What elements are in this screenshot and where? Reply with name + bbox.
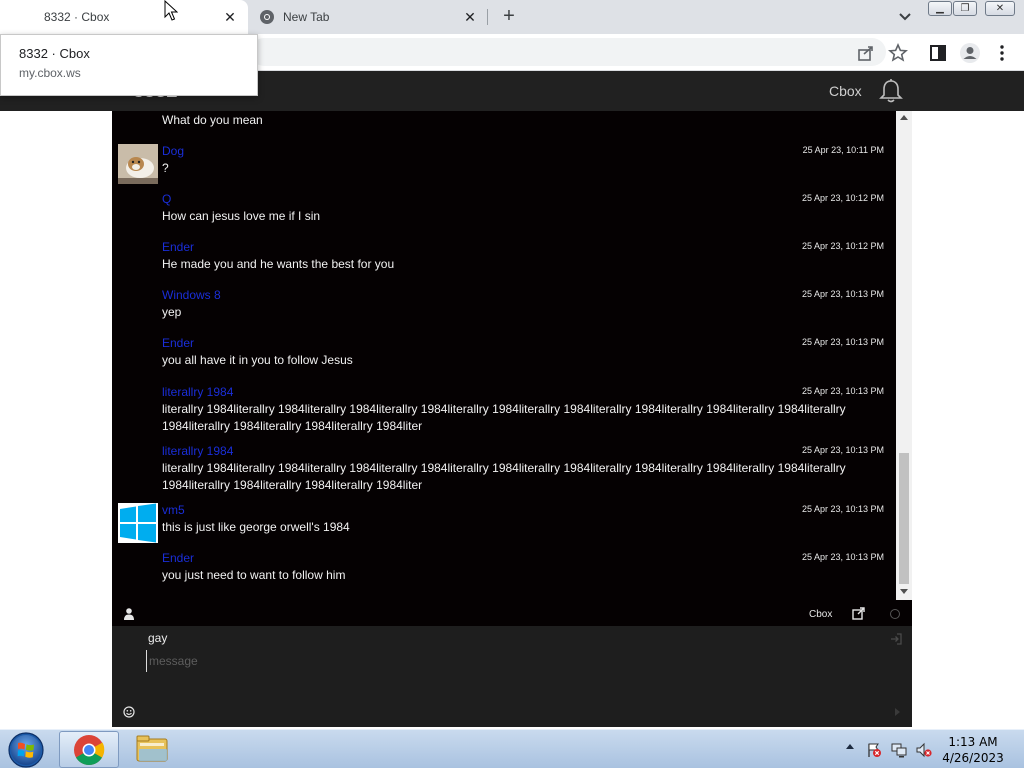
message-list: What do you mean Dog 25 Apr 23, 10:11 PM… <box>112 111 896 600</box>
message-timestamp: 25 Apr 23, 10:13 PM <box>801 386 884 396</box>
scroll-thumb[interactable] <box>899 453 909 584</box>
scroll-up-arrow-icon[interactable] <box>900 115 908 120</box>
emoji-icon[interactable] <box>123 706 135 718</box>
message-username[interactable]: vm5 <box>162 503 185 517</box>
tab-hover-card: 8332 · Cbox my.cbox.ws <box>0 34 258 96</box>
message-text: you all have it in you to follow Jesus <box>162 353 353 367</box>
volume-muted-icon[interactable] <box>916 742 932 758</box>
message-text: yep <box>162 305 182 319</box>
message-item: Q 25 Apr 23, 10:12 PM How can jesus love… <box>112 192 896 232</box>
message-timestamp: 25 Apr 23, 10:12 PM <box>801 193 884 203</box>
tab-cbox[interactable]: 8332 · Cbox ✕ <box>0 0 248 34</box>
sidepanel-icon[interactable] <box>928 43 948 63</box>
star-icon[interactable] <box>888 43 908 63</box>
message-item: literallry 1984 25 Apr 23, 10:13 PM lite… <box>112 444 896 500</box>
message-timestamp: 25 Apr 23, 10:13 PM <box>801 289 884 299</box>
compose-area: gay <box>112 626 912 727</box>
tab-close-icon[interactable]: ✕ <box>462 9 478 25</box>
chat-box: What do you mean Dog 25 Apr 23, 10:11 PM… <box>112 111 912 727</box>
login-icon[interactable] <box>890 633 902 645</box>
window-close-button[interactable]: ✕ <box>985 1 1015 16</box>
network-icon[interactable] <box>891 742 907 758</box>
windows-start-icon[interactable] <box>6 731 46 768</box>
scroll-down-arrow-icon[interactable] <box>900 589 908 594</box>
message-text: literallry 1984literallry 1984literallry… <box>162 461 846 492</box>
message-text: this is just like george orwell's 1984 <box>162 520 350 534</box>
message-username[interactable]: Ender <box>162 240 194 254</box>
share-icon[interactable] <box>856 43 876 63</box>
cbox-link[interactable]: Cbox <box>829 83 862 99</box>
message-text: literallry 1984literallry 1984literallry… <box>162 402 846 433</box>
message-username[interactable]: literallry 1984 <box>162 385 233 399</box>
message-timestamp: 25 Apr 23, 10:13 PM <box>801 337 884 347</box>
chrome-favicon-icon <box>260 10 274 24</box>
message-text: What do you mean <box>162 113 263 127</box>
hover-card-url: my.cbox.ws <box>19 66 81 80</box>
message-username[interactable]: Ender <box>162 551 194 565</box>
popout-icon[interactable] <box>852 607 865 620</box>
message-timestamp: 25 Apr 23, 10:13 PM <box>801 504 884 514</box>
message-item: Dog 25 Apr 23, 10:11 PM ? <box>112 144 896 188</box>
new-tab-button[interactable]: + <box>498 6 520 28</box>
user-icon[interactable] <box>124 608 134 620</box>
window-restore-button[interactable]: ❐ <box>953 1 977 16</box>
browser-tabstrip: 8332 · Cbox ✕ New Tab ✕ + ▁ ❐ ✕ <box>0 0 1024 34</box>
message-username[interactable]: Dog <box>162 144 184 158</box>
message-text: How can jesus love me if I sin <box>162 209 321 223</box>
message-item: Windows 8 25 Apr 23, 10:13 PM yep <box>112 288 896 328</box>
tab-divider <box>487 9 488 25</box>
message-item: What do you mean <box>112 112 896 136</box>
tab-close-icon[interactable]: ✕ <box>222 9 238 25</box>
hover-card-title: 8332 · Cbox <box>19 46 90 61</box>
message-item: literallry 1984 25 Apr 23, 10:13 PM lite… <box>112 385 896 441</box>
message-item: Ender 25 Apr 23, 10:12 PM He made you an… <box>112 240 896 280</box>
menu-icon[interactable] <box>992 43 1012 63</box>
windows-taskbar: 1:13 AM 4/26/2023 <box>0 729 1024 768</box>
message-timestamp: 25 Apr 23, 10:13 PM <box>801 552 884 562</box>
message-item: Ender 25 Apr 23, 10:13 PM you all have i… <box>112 336 896 376</box>
cbox-brand-link[interactable]: Cbox <box>809 609 832 620</box>
message-username[interactable]: Ender <box>162 336 194 350</box>
message-item: vm5 25 Apr 23, 10:13 PM this is just lik… <box>112 503 896 547</box>
chrome-icon <box>74 735 105 766</box>
tab-new-tab[interactable]: New Tab ✕ <box>250 0 488 34</box>
bell-icon[interactable] <box>879 78 903 104</box>
message-username[interactable]: Q <box>162 192 171 206</box>
message-timestamp: 25 Apr 23, 10:13 PM <box>801 445 884 455</box>
taskbar-explorer-icon[interactable] <box>124 731 182 768</box>
message-input[interactable] <box>146 650 846 672</box>
tab-search-chevron-icon[interactable] <box>896 8 914 26</box>
message-item: Ender 25 Apr 23, 10:13 PM you just need … <box>112 551 896 591</box>
tab-title: New Tab <box>283 10 330 24</box>
tab-title: 8332 · Cbox <box>44 10 110 24</box>
action-center-flag-icon[interactable] <box>866 742 882 758</box>
message-username[interactable]: Windows 8 <box>162 288 221 302</box>
message-username[interactable]: literallry 1984 <box>162 444 233 458</box>
connection-status-icon <box>890 609 900 619</box>
taskbar-chrome-button[interactable] <box>59 731 119 768</box>
clock-date: 4/26/2023 <box>942 751 1004 765</box>
clock-time: 1:13 AM <box>948 735 998 749</box>
compose-username[interactable]: gay <box>148 631 167 645</box>
taskbar-clock[interactable]: 1:13 AM 4/26/2023 <box>940 734 1006 766</box>
send-arrow-icon[interactable] <box>895 708 900 716</box>
message-timestamp: 25 Apr 23, 10:11 PM <box>802 145 884 155</box>
tray-expand-icon[interactable] <box>846 744 854 749</box>
window-minimize-button[interactable]: ▁ <box>928 1 952 16</box>
message-scrollbar[interactable] <box>896 111 912 600</box>
windows-logo-avatar-icon[interactable] <box>118 503 158 543</box>
profile-icon[interactable] <box>959 42 981 64</box>
mouse-cursor-icon <box>164 0 178 21</box>
chat-toolbar: Cbox <box>112 600 912 626</box>
message-timestamp: 25 Apr 23, 10:12 PM <box>801 241 884 251</box>
dog-avatar-icon[interactable] <box>118 144 158 184</box>
message-text: He made you and he wants the best for yo… <box>162 257 395 271</box>
message-text: ? <box>162 161 169 175</box>
message-text: you just need to want to follow him <box>162 568 346 582</box>
address-bar[interactable] <box>250 38 886 66</box>
